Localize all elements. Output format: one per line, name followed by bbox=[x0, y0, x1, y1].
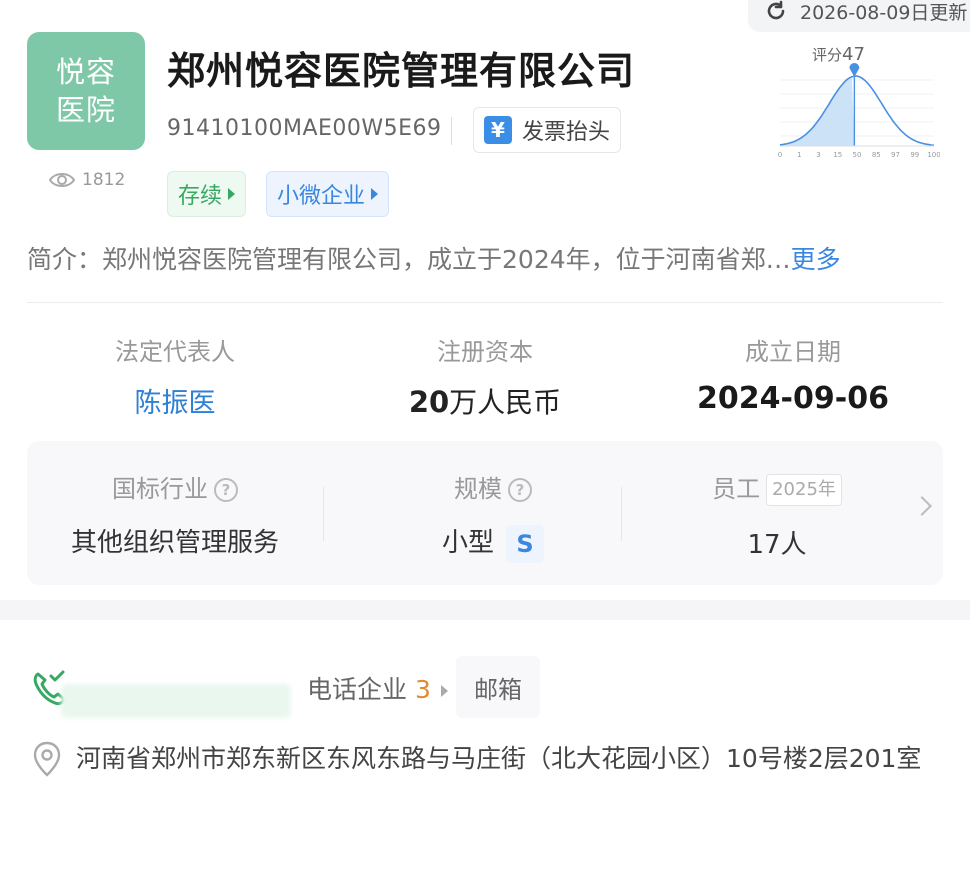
registered-capital: 注册资本 20万人民币 bbox=[335, 332, 635, 421]
caret-right-icon bbox=[440, 685, 448, 697]
score-scale-label: 1 bbox=[797, 151, 801, 159]
staff-year-badge: 2025年 bbox=[766, 474, 842, 506]
help-icon[interactable]: ? bbox=[214, 478, 238, 502]
divider bbox=[27, 302, 943, 303]
score-scale-label: 15 bbox=[833, 151, 842, 159]
score-curve bbox=[779, 75, 935, 146]
score-label: 评分47 bbox=[812, 44, 865, 65]
score-scale-label: 0 bbox=[778, 151, 782, 159]
update-time-text: 2026-08-09日更新 bbox=[800, 1, 968, 24]
scale-label: 规模 bbox=[454, 475, 502, 503]
same-phone-companies[interactable]: 电话企业 3 bbox=[307, 670, 448, 706]
code-divider bbox=[451, 117, 452, 145]
company-name: 郑州悦容医院管理有限公司 bbox=[167, 49, 636, 93]
score-scale-label: 50 bbox=[853, 151, 862, 159]
capital-label: 注册资本 bbox=[437, 338, 533, 366]
email-button[interactable]: 邮箱 bbox=[456, 656, 540, 718]
view-count: 1812 bbox=[48, 170, 125, 190]
status-tag[interactable]: 存续 bbox=[167, 171, 247, 217]
caret-right-icon bbox=[371, 188, 379, 200]
invoice-icon: ¥ bbox=[484, 116, 512, 144]
scale-value: 小型 bbox=[441, 528, 494, 558]
capital-unit: 万人民币 bbox=[449, 386, 562, 419]
help-icon[interactable]: ? bbox=[508, 478, 532, 502]
company-intro: 简介：郑州悦容医院管理有限公司，成立于2024年，位于河南省郑…更多 bbox=[27, 240, 927, 276]
company-type-tag[interactable]: 小微企业 bbox=[266, 171, 390, 217]
credit-code[interactable]: 91410100MAE00W5E69 bbox=[167, 116, 442, 141]
refresh-icon bbox=[767, 0, 785, 20]
company-logo: 悦容 医院 bbox=[27, 32, 145, 150]
logo-text-line1: 悦容 bbox=[55, 55, 116, 89]
industry-section: 国标行业? 其他组织管理服务 bbox=[25, 469, 325, 559]
industry-info-card[interactable]: 国标行业? 其他组织管理服务 规模? 小型 S 员工 2025年 17人 bbox=[27, 441, 943, 585]
intro-text: 简介：郑州悦容医院管理有限公司，成立于2024年，位于河南省郑… bbox=[27, 245, 791, 274]
staff-section: 员工 2025年 17人 bbox=[627, 469, 927, 561]
update-time-pill[interactable]: 2026-08-09日更新 bbox=[748, 0, 970, 32]
founded-value: 2024-09-06 bbox=[697, 381, 889, 416]
capital-value: 20万人民币 bbox=[335, 381, 635, 421]
divider bbox=[323, 487, 324, 541]
founded-date: 成立日期 2024-09-06 bbox=[643, 332, 943, 416]
section-separator bbox=[0, 600, 970, 620]
company-type-label: 小微企业 bbox=[277, 184, 366, 209]
legal-representative: 法定代表人 陈振医 bbox=[25, 332, 325, 420]
score-scale-label: 3 bbox=[816, 151, 820, 159]
founded-label: 成立日期 bbox=[745, 338, 841, 366]
invoice-label: 发票抬头 bbox=[522, 120, 611, 145]
logo-text-line2: 医院 bbox=[55, 93, 116, 127]
scale-badge: S bbox=[506, 524, 544, 563]
score-scale-label: 97 bbox=[891, 151, 900, 159]
scale-section: 规模? 小型 S bbox=[343, 469, 643, 563]
legal-rep-label: 法定代表人 bbox=[115, 338, 235, 366]
staff-value: 17人 bbox=[747, 530, 807, 560]
score-marker-pin bbox=[849, 63, 860, 77]
divider bbox=[621, 487, 622, 541]
address-text: 河南省郑州市郑东新区东风东路与马庄街（北大花园小区）10号楼2层201室 bbox=[76, 744, 922, 773]
score-scale-label: 100 bbox=[927, 151, 940, 159]
capital-number: 20 bbox=[408, 385, 450, 419]
score-value: 47 bbox=[842, 44, 865, 65]
status-tag-label: 存续 bbox=[178, 184, 223, 209]
score-scale-label: 99 bbox=[910, 151, 919, 159]
location-pin-icon bbox=[33, 741, 61, 777]
eye-icon bbox=[48, 173, 76, 187]
industry-value: 其他组织管理服务 bbox=[70, 528, 279, 558]
legal-rep-name[interactable]: 陈振医 bbox=[25, 381, 325, 420]
intro-more-link[interactable]: 更多 bbox=[791, 245, 841, 274]
same-phone-label: 电话企业 bbox=[307, 675, 408, 704]
phone-number-masked bbox=[61, 684, 291, 718]
same-phone-count: 3 bbox=[414, 675, 431, 704]
staff-label: 员工 bbox=[712, 475, 761, 503]
invoice-header-button[interactable]: ¥ 发票抬头 bbox=[473, 107, 622, 153]
industry-label: 国标行业 bbox=[112, 475, 208, 503]
score-scale-label: 85 bbox=[872, 151, 881, 159]
score-widget[interactable]: 评分47 0 1 3 15 50 85 97 99 100 bbox=[776, 44, 941, 162]
view-count-text: 1812 bbox=[82, 170, 126, 190]
caret-right-icon bbox=[228, 188, 236, 200]
